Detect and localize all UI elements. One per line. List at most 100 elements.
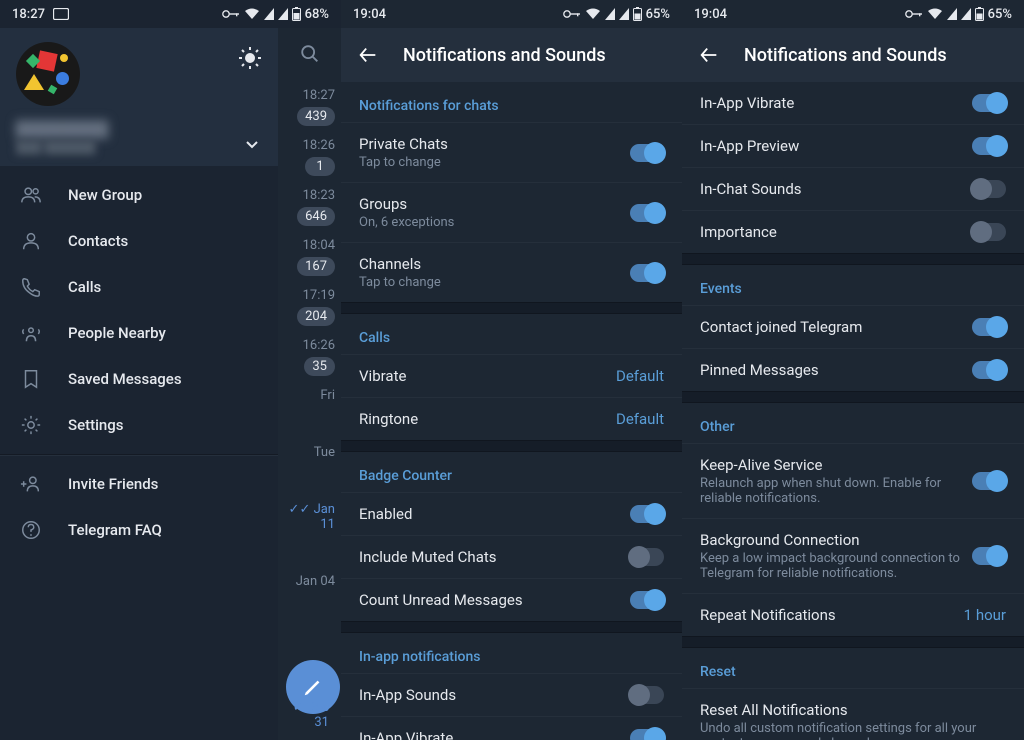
vpn-key-icon	[563, 9, 581, 19]
chat-row[interactable]: 17:19204	[278, 280, 341, 330]
chat-list-sliver: 18:27439 18:261 18:23646 18:04167 17:192…	[278, 28, 341, 740]
toggle[interactable]	[972, 180, 1006, 198]
setting-pinned-messages[interactable]: Pinned Messages	[682, 348, 1024, 391]
setting-keep-alive[interactable]: Keep-Alive ServiceRelaunch app when shut…	[682, 443, 1024, 518]
phone-icon	[20, 276, 42, 298]
setting-background-connection[interactable]: Background ConnectionKeep a low impact b…	[682, 518, 1024, 593]
menu-contacts[interactable]: Contacts	[0, 218, 278, 264]
chat-row[interactable]: 16:2635	[278, 330, 341, 380]
chat-row[interactable]: 18:261	[278, 130, 341, 180]
menu-telegram-faq[interactable]: Telegram FAQ	[0, 507, 278, 553]
section-header: Badge Counter	[341, 452, 682, 492]
battery-icon	[633, 7, 642, 21]
chat-row[interactable]: Fri	[278, 380, 341, 407]
toggle[interactable]	[972, 361, 1006, 379]
menu-label: Telegram FAQ	[68, 521, 162, 539]
help-icon	[20, 519, 42, 541]
setting-contact-joined[interactable]: Contact joined Telegram	[682, 305, 1024, 348]
wifi-icon	[585, 8, 601, 20]
setting-inchat-sounds[interactable]: In-Chat Sounds	[682, 167, 1024, 210]
chat-row[interactable]: Jan 04	[278, 566, 341, 593]
setting-inapp-vibrate[interactable]: In-App Vibrate	[341, 716, 682, 740]
toggle[interactable]	[630, 686, 664, 704]
section-header: Other	[682, 403, 1024, 443]
status-time: 19:04	[694, 7, 727, 22]
app-bar: Notifications and Sounds	[341, 28, 682, 82]
setting-vibrate[interactable]: Vibrate Default	[341, 354, 682, 397]
setting-value: Default	[616, 367, 664, 385]
toggle[interactable]	[972, 472, 1006, 490]
search-button[interactable]	[278, 28, 341, 80]
setting-count-unread[interactable]: Count Unread Messages	[341, 578, 682, 621]
battery-icon	[975, 7, 984, 21]
status-battery: 65%	[988, 7, 1012, 22]
setting-inapp-sounds[interactable]: In-App Sounds	[341, 673, 682, 716]
toggle[interactable]	[630, 548, 664, 566]
person-add-icon	[20, 473, 42, 495]
menu-calls[interactable]: Calls	[0, 264, 278, 310]
setting-private-chats[interactable]: Private ChatsTap to change	[341, 122, 682, 182]
chat-row[interactable]: 18:04167	[278, 230, 341, 280]
setting-reset-all[interactable]: Reset All NotificationsUndo all custom n…	[682, 688, 1024, 740]
signal-icon	[605, 8, 615, 20]
chat-row[interactable]: 18:23646	[278, 180, 341, 230]
setting-channels[interactable]: ChannelsTap to change	[341, 242, 682, 302]
menu-saved-messages[interactable]: Saved Messages	[0, 356, 278, 402]
toggle[interactable]	[630, 591, 664, 609]
toggle[interactable]	[972, 547, 1006, 565]
setting-badge-enabled[interactable]: Enabled	[341, 492, 682, 535]
chat-row[interactable]: Tue	[278, 437, 341, 464]
back-arrow-icon	[698, 44, 720, 66]
setting-groups[interactable]: GroupsOn, 6 exceptions	[341, 182, 682, 242]
setting-repeat-notifications[interactable]: Repeat Notifications 1 hour	[682, 593, 1024, 636]
setting-inapp-preview[interactable]: In-App Preview	[682, 124, 1024, 167]
account-expand-button[interactable]	[244, 136, 260, 152]
toggle[interactable]	[630, 729, 664, 740]
gear-icon	[20, 414, 42, 436]
toggle[interactable]	[630, 204, 664, 222]
back-button[interactable]	[357, 44, 379, 66]
setting-importance[interactable]: Importance	[682, 210, 1024, 253]
setting-ringtone[interactable]: Ringtone Default	[341, 397, 682, 440]
theme-toggle-button[interactable]	[238, 46, 262, 70]
menu-people-nearby[interactable]: People Nearby	[0, 310, 278, 356]
menu-label: Invite Friends	[68, 475, 158, 493]
toggle[interactable]	[972, 137, 1006, 155]
toggle[interactable]	[630, 264, 664, 282]
account-phone: ███ ██████	[16, 140, 262, 154]
wifi-icon	[244, 8, 260, 20]
signal-icon	[947, 8, 957, 20]
chat-row[interactable]: ✓ Dec 31	[278, 692, 335, 734]
vpn-key-icon	[222, 9, 240, 19]
menu-new-group[interactable]: New Group	[0, 172, 278, 218]
status-battery: 68%	[305, 7, 329, 22]
chevron-down-icon	[244, 136, 260, 152]
toggle[interactable]	[972, 223, 1006, 241]
chat-row[interactable]: ✓✓ Jan 11	[278, 494, 341, 536]
toggle[interactable]	[630, 144, 664, 162]
menu-label: Saved Messages	[68, 370, 182, 388]
toggle[interactable]	[630, 505, 664, 523]
avatar[interactable]	[16, 42, 80, 106]
menu-settings[interactable]: Settings	[0, 402, 278, 448]
menu-label: People Nearby	[68, 324, 166, 342]
page-title: Notifications and Sounds	[403, 45, 606, 66]
menu-invite-friends[interactable]: Invite Friends	[0, 461, 278, 507]
divider	[0, 454, 278, 455]
status-time: 19:04	[353, 7, 386, 22]
account-name: ████████	[16, 120, 262, 138]
status-bar: 18:27 68%	[0, 0, 341, 28]
setting-inapp-vibrate[interactable]: In-App Vibrate	[682, 82, 1024, 124]
toggle[interactable]	[972, 318, 1006, 336]
back-button[interactable]	[698, 44, 720, 66]
setting-value: Default	[616, 410, 664, 428]
menu-label: Settings	[68, 416, 124, 434]
wifi-icon	[927, 8, 943, 20]
page-title: Notifications and Sounds	[744, 45, 947, 66]
section-header: Reset	[682, 648, 1024, 688]
setting-include-muted[interactable]: Include Muted Chats	[341, 535, 682, 578]
menu-label: Calls	[68, 278, 101, 296]
toggle[interactable]	[972, 94, 1006, 112]
bookmark-icon	[20, 368, 42, 390]
chat-row[interactable]: 18:27439	[278, 80, 341, 130]
